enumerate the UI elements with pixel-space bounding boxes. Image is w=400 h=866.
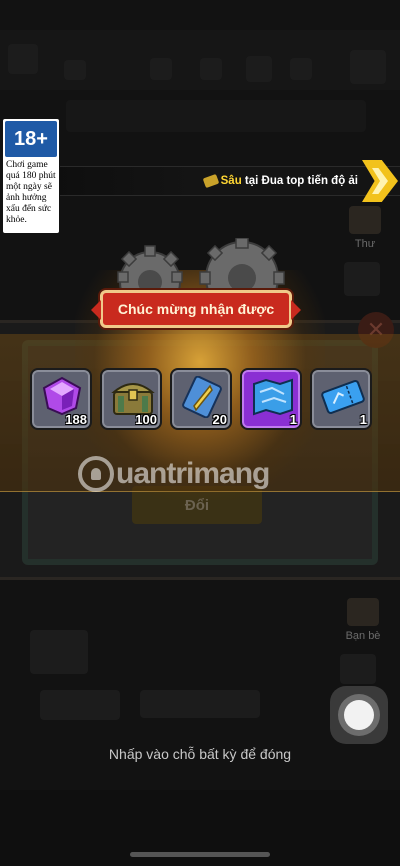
background-icon <box>246 56 272 82</box>
reward-count: 100 <box>135 412 157 427</box>
background-icon <box>150 58 172 80</box>
side-menu-label: Thư <box>354 238 376 250</box>
age-rating-warning: Chơi game quá 180 phút một ngày sẽ ảnh h… <box>6 160 56 225</box>
reward-item[interactable]: 20 <box>170 368 232 430</box>
announcement-ticker: Sâu tại Đua top tiến độ ải <box>60 166 400 196</box>
age-rating-badge: 18+ Chơi game quá 180 phút một ngày sẽ ả… <box>3 119 59 233</box>
scroll-icon <box>202 173 219 189</box>
reward-items: 188 100 20 1 1 <box>30 368 374 432</box>
purple-gem-icon <box>42 376 82 416</box>
reward-item[interactable]: 100 <box>100 368 162 430</box>
background-info-strip <box>66 100 366 132</box>
friends-icon <box>347 598 379 626</box>
assistive-touch-button[interactable] <box>330 686 388 744</box>
background-icon <box>200 58 222 80</box>
watermark: uantrimang <box>78 456 270 492</box>
congrats-title: Chúc mừng nhận được <box>117 301 275 317</box>
side-menu-mail[interactable]: Thư <box>340 206 390 250</box>
reward-count: 20 <box>212 412 227 427</box>
mail-icon <box>349 206 381 234</box>
age-rating-label: 18+ <box>5 121 57 157</box>
reward-item[interactable]: 188 <box>30 368 92 430</box>
background-tile <box>40 690 120 720</box>
background-icon <box>344 262 380 296</box>
watermark-logo-icon <box>78 456 114 492</box>
home-indicator[interactable] <box>130 852 270 857</box>
reward-item[interactable]: 1 <box>310 368 372 430</box>
watermark-text: uantrimang <box>116 457 270 490</box>
side-menu-label: Bạn bè <box>345 630 381 642</box>
congrats-banner: Chúc mừng nhận được <box>91 290 301 328</box>
background-avatar <box>8 44 38 74</box>
ticker-message: tại Đua top tiến độ ải <box>241 175 358 187</box>
background-tile <box>140 690 260 718</box>
background-icon <box>290 58 312 80</box>
ticker-player-name: Sâu <box>220 175 242 187</box>
background-icon <box>350 50 386 84</box>
side-menu-friends[interactable]: Bạn bè <box>338 598 388 642</box>
gears-decoration <box>117 238 285 298</box>
reward-item[interactable]: 1 <box>240 368 302 430</box>
assistive-touch-ring <box>338 694 380 736</box>
background-icon <box>340 654 376 684</box>
background-icon <box>64 60 86 80</box>
tap-to-close-hint[interactable]: Nhấp vào chỗ bất kỳ để đóng <box>0 746 400 762</box>
assistive-touch-dot <box>344 700 374 730</box>
background-tile <box>30 630 88 674</box>
reward-count: 1 <box>359 412 367 427</box>
reward-count: 1 <box>289 412 297 427</box>
reward-count: 188 <box>65 412 87 427</box>
